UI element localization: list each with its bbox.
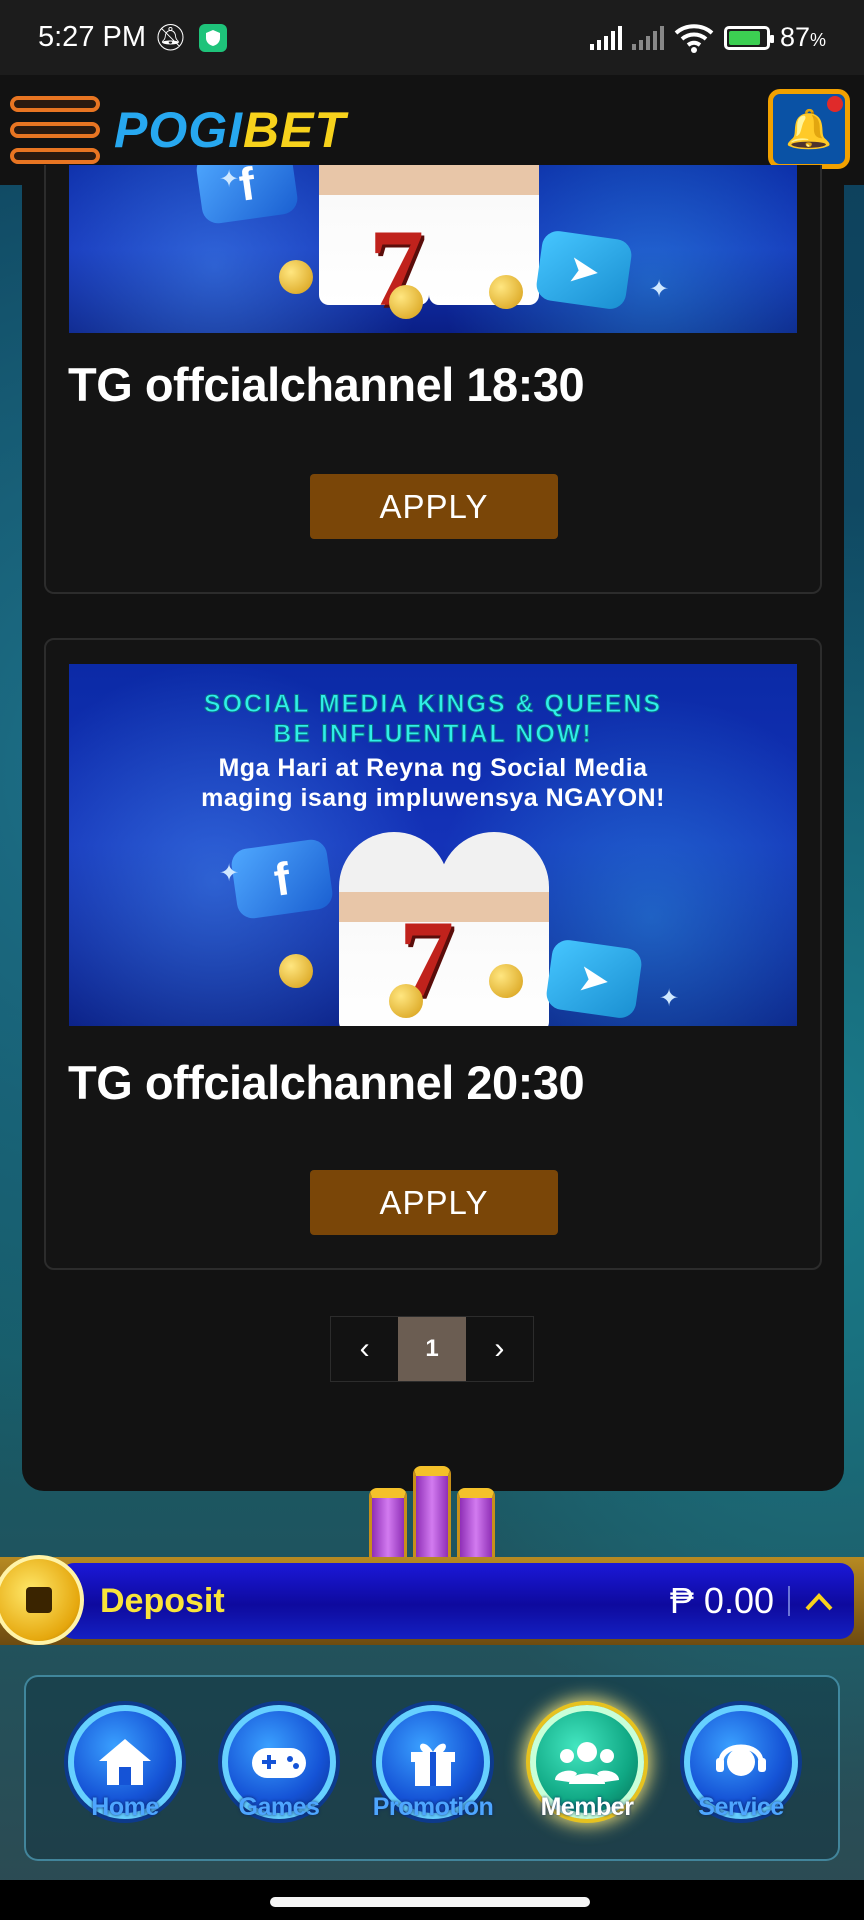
banner-subline: maging isang impluwensya NGAYON! xyxy=(201,784,665,812)
coin-icon xyxy=(489,964,523,998)
nav-label: Home xyxy=(91,1793,159,1821)
facebook-icon: f xyxy=(194,165,300,226)
sparkle-icon: ✦ xyxy=(219,165,240,193)
deposit-label[interactable]: Deposit xyxy=(100,1582,225,1621)
promotion-banner: SOCIAL MEDIA KINGS & QUEENS BE INFLUENTI… xyxy=(69,664,797,1026)
battery-icon xyxy=(723,25,774,50)
banner-headline: BE INFLUENTIAL NOW! xyxy=(273,720,593,749)
promotion-card: f 7 ➤ ✦ ✦ TG offcialchannel 18:30 APPLY xyxy=(44,165,822,594)
apply-button[interactable]: APPLY xyxy=(310,1170,558,1235)
app-logo[interactable]: POGIBET xyxy=(114,101,346,159)
promotion-card: SOCIAL MEDIA KINGS & QUEENS BE INFLUENTI… xyxy=(44,638,822,1270)
pagination: ‹ 1 › xyxy=(330,1316,534,1382)
bottom-navigation: Home Games Promotion Member Service xyxy=(24,1675,840,1861)
nav-item-home[interactable]: Home xyxy=(66,1705,184,1845)
promotion-title: TG offcialchannel 18:30 xyxy=(68,358,585,411)
balance-amount: ₱ 0.00 xyxy=(669,1580,774,1621)
banner-subline: Mga Hari at Reyna ng Social Media xyxy=(218,754,648,782)
page-number-current[interactable]: 1 xyxy=(398,1317,466,1381)
promotion-title: TG offcialchannel 20:30 xyxy=(68,1056,585,1109)
bell-off-icon: 🔕︎ xyxy=(154,22,188,52)
coin-icon xyxy=(279,260,313,294)
prev-page-button[interactable]: ‹ xyxy=(331,1317,398,1381)
coin-icon xyxy=(489,275,523,309)
promotion-banner: f 7 ➤ ✦ ✦ xyxy=(69,165,797,333)
nav-label: Games xyxy=(238,1793,320,1821)
telegram-icon: ➤ xyxy=(544,938,644,1020)
banner-headline: SOCIAL MEDIA KINGS & QUEENS xyxy=(203,690,663,719)
sparkle-icon: ✦ xyxy=(219,859,240,887)
nav-label: Service xyxy=(698,1793,784,1821)
coin-icon xyxy=(389,984,423,1018)
nav-item-promotion[interactable]: Promotion xyxy=(372,1705,494,1845)
deposit-bar[interactable]: Deposit ₱ 0.00 xyxy=(0,1555,864,1645)
status-time: 5:27 PM xyxy=(38,21,146,53)
banner-figure xyxy=(439,832,549,1026)
nav-item-games[interactable]: Games xyxy=(220,1705,338,1845)
facebook-icon: f xyxy=(229,837,335,921)
nav-label: Promotion xyxy=(372,1793,494,1821)
nav-item-member[interactable]: Member xyxy=(528,1705,646,1845)
coin-icon xyxy=(279,954,313,988)
sparkle-icon: ✦ xyxy=(659,984,680,1012)
treasure-decoration xyxy=(358,1458,506,1558)
notification-dot xyxy=(827,96,843,112)
notification-button[interactable]: 🔔 xyxy=(768,89,850,169)
next-page-button[interactable]: › xyxy=(466,1317,533,1381)
coin-icon xyxy=(389,285,423,319)
bell-icon: 🔔 xyxy=(785,106,833,151)
signal-icon xyxy=(589,25,622,50)
signal-icon-secondary xyxy=(631,25,664,50)
apply-button[interactable]: APPLY xyxy=(310,474,558,539)
banner-figure xyxy=(429,165,539,305)
home-indicator[interactable] xyxy=(270,1897,590,1907)
divider xyxy=(788,1586,790,1616)
nav-item-service[interactable]: Service xyxy=(682,1705,800,1845)
hamburger-icon[interactable] xyxy=(10,90,100,170)
telegram-icon: ➤ xyxy=(534,229,634,311)
wifi-icon xyxy=(674,23,714,53)
battery-percent: 87% xyxy=(779,22,826,52)
chevron-up-icon[interactable] xyxy=(804,1582,834,1620)
shield-icon xyxy=(199,23,228,52)
nav-label: Member xyxy=(540,1793,634,1821)
sparkle-icon: ✦ xyxy=(649,275,670,303)
promotion-list-panel: f 7 ➤ ✦ ✦ TG offcialchannel 18:30 APPLY … xyxy=(22,165,844,1491)
status-bar: 5:27 PM 🔕︎ 87% xyxy=(0,0,864,75)
